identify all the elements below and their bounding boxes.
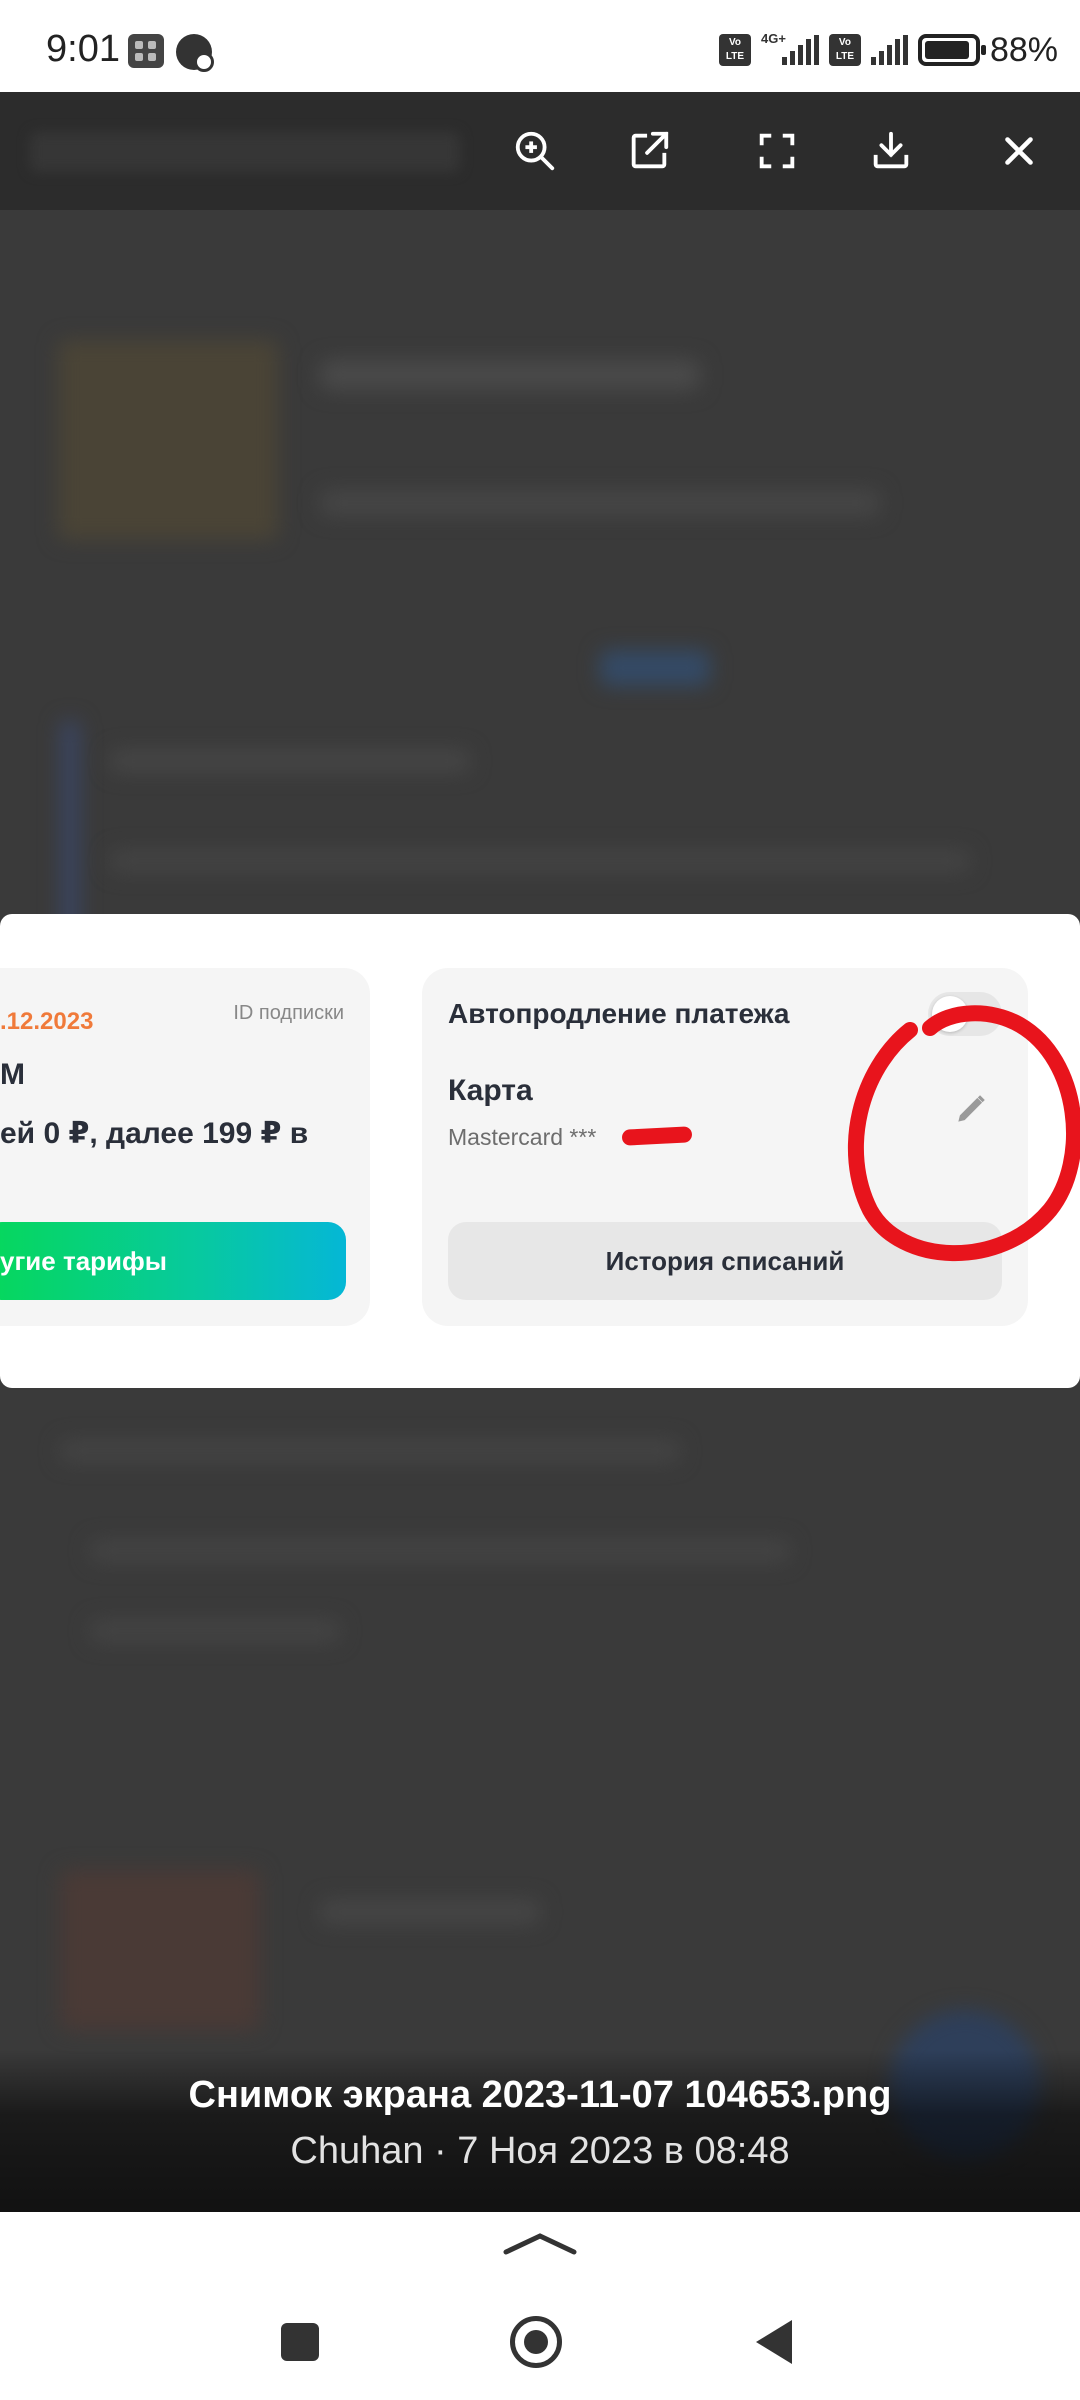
payment-history-button[interactable]: История списаний — [448, 1222, 1002, 1300]
image-meta: Chuhan · 7 Ноя 2023 в 08:48 — [290, 2130, 790, 2172]
system-navigation-bar — [0, 2212, 1080, 2400]
download-icon — [873, 131, 909, 169]
blurred-text-line — [320, 360, 700, 390]
blurred-badge — [600, 650, 710, 686]
download-button[interactable] — [856, 116, 926, 186]
fullscreen-button[interactable] — [742, 116, 812, 186]
blurred-text-line — [110, 850, 970, 872]
home-button[interactable] — [506, 2312, 566, 2372]
card-number: Mastercard *** — [448, 1124, 597, 1150]
subscription-card-panel: .12.2023 ID подписки М ей 0 ₽, далее 199… — [0, 914, 1080, 1388]
signal-strength-icon — [781, 35, 819, 65]
blurred-thumbnail — [58, 340, 278, 540]
open-external-icon — [631, 131, 669, 169]
blurred-text-line — [60, 1440, 680, 1462]
blurred-text-line — [90, 1540, 790, 1562]
image-file-name: Снимок экрана 2023-11-07 104653.png — [188, 2074, 892, 2116]
home-circle-icon — [510, 2316, 562, 2368]
redaction-mark — [621, 1126, 693, 1146]
app-notification-icon — [128, 34, 164, 68]
subscription-date: .12.2023 — [0, 1008, 94, 1035]
status-bar: 9:01 Vo LTE 4G+ Vo LTE 88% — [0, 0, 1080, 92]
back-triangle-icon — [756, 2320, 792, 2364]
image-caption: Снимок экрана 2023-11-07 104653.png Chuh… — [0, 2050, 1080, 2212]
tariff-name: М — [0, 1058, 25, 1091]
card-label: Карта — [448, 1074, 533, 1107]
volte-icon-2: Vo LTE — [828, 34, 861, 66]
zoom-in-icon — [515, 131, 555, 171]
chevron-up-icon[interactable] — [502, 2228, 578, 2258]
status-time: 9:01 — [46, 28, 120, 70]
subscription-info-card: .12.2023 ID подписки М ей 0 ₽, далее 199… — [0, 968, 370, 1326]
volte-icon: Vo LTE — [719, 34, 751, 66]
blurred-accent-bar — [60, 720, 80, 940]
open-external-button[interactable] — [614, 116, 684, 186]
signal-strength-icon-2 — [870, 35, 908, 65]
other-tariffs-button[interactable]: угие тарифы — [0, 1222, 346, 1300]
battery-percent: 88% — [989, 30, 1058, 69]
subscription-id-label: ID подписки — [233, 1002, 344, 1024]
image-viewer-toolbar — [0, 92, 1080, 210]
recent-apps-button[interactable] — [270, 2312, 330, 2372]
battery-icon — [917, 34, 986, 66]
network-type-label: 4G+ — [761, 30, 786, 46]
payment-card: Автопродление платежа Карта Mastercard *… — [422, 968, 1028, 1326]
tariff-price-text: ей 0 ₽, далее 199 ₽ в — [0, 1117, 309, 1150]
status-indicators: Vo LTE 4G+ Vo LTE 88% — [719, 28, 1058, 72]
autopay-label: Автопродление платежа — [448, 998, 790, 1029]
blurred-text-line — [320, 490, 880, 516]
edit-pencil-icon[interactable] — [952, 1090, 990, 1128]
blurred-text-line — [90, 1620, 340, 1642]
fullscreen-icon — [759, 133, 795, 169]
back-button[interactable] — [744, 2312, 804, 2372]
square-icon — [281, 2323, 319, 2361]
blurred-text-line — [320, 1900, 540, 1924]
app-notification-icon-2 — [176, 34, 214, 72]
close-button[interactable] — [984, 116, 1054, 186]
blurred-background-header — [30, 132, 460, 172]
blurred-text-line — [110, 750, 470, 772]
blurred-thumbnail — [60, 1870, 260, 2030]
autopay-toggle[interactable] — [928, 992, 1002, 1036]
close-icon — [1005, 137, 1033, 165]
zoom-in-button[interactable] — [500, 116, 570, 186]
